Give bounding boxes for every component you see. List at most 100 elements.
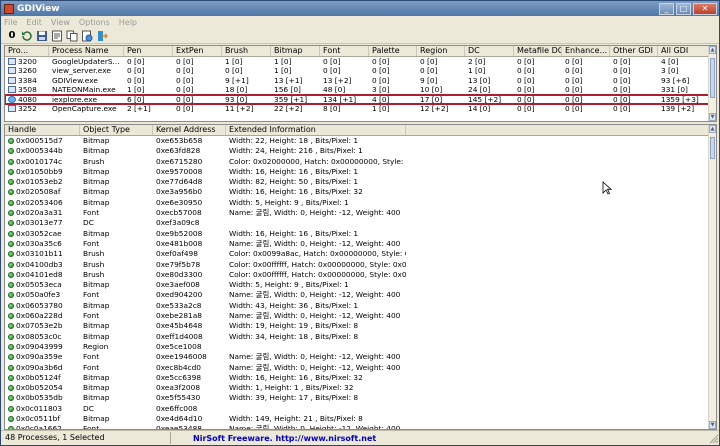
- col-bitmap[interactable]: Bitmap: [271, 46, 320, 56]
- handle-row[interactable]: 0x01050bb9 Bitmap 0xe9570008 Width: 16, Hei…: [5, 167, 716, 177]
- minimize-button[interactable]: _: [659, 2, 674, 15]
- handle-cell: Bitmap: [83, 177, 110, 187]
- process-row[interactable]: 3384 GDIView.exe 0 [0] 0 [0] 9 [+1] 13 [+1] 13…: [5, 76, 716, 85]
- handle-row[interactable]: 0x08053c0c Bitmap 0xeff1d4008 Width: 34, He…: [5, 332, 716, 342]
- handle-row[interactable]: 0x06053780 Bitmap 0xe533a2c8 Width: 43, Hei…: [5, 301, 716, 311]
- menu-file[interactable]: File: [4, 18, 17, 27]
- handle-cell: 0xe77d64d8: [156, 177, 203, 187]
- process-row[interactable]: 3252 OpenCapture.exe 2 [+1] 0 [0] 11 [+2] 22 …: [5, 104, 716, 113]
- handle-row[interactable]: 0x020a3a31 Font 0xecb57008 Name: 굴림, Width:…: [5, 208, 716, 218]
- col-enhance[interactable]: Enhance...: [562, 46, 610, 56]
- handle-row[interactable]: 0x03013e77 DC 0xef3a09c8: [5, 218, 716, 228]
- scroll-down-icon[interactable]: ▼: [709, 421, 716, 429]
- process-row[interactable]: 3200 GoogleUpdaterS... 0 [0] 0 [0] 1 [0] 1 [0…: [5, 57, 716, 66]
- handle-cell: Width: 16, Height: 16 , Bits/Pixel: 1: [229, 228, 359, 238]
- scroll-up-icon[interactable]: ▲: [709, 46, 716, 54]
- close-button[interactable]: ✕: [693, 2, 717, 15]
- handle-row[interactable]: 0x09043999 Region 0xe5ce1008: [5, 342, 716, 352]
- process-cell: 0 [0]: [613, 75, 631, 85]
- col-handle[interactable]: Handle: [5, 125, 80, 135]
- col-metafile-dc[interactable]: Metafile DC: [514, 46, 562, 56]
- exit-icon[interactable]: [96, 30, 108, 42]
- menu-view[interactable]: View: [51, 18, 70, 27]
- handle-row[interactable]: 0x0005344b Bitmap 0xe63fd828 Width: 24, Hei…: [5, 146, 716, 156]
- col-extpen[interactable]: ExtPen: [173, 46, 222, 56]
- process-list[interactable]: Pro... Process Name Pen ExtPen Brush Bit…: [4, 45, 717, 122]
- handle-row[interactable]: 0x0c0511bf Bitmap 0xe4d64d10 Width: 149, He…: [5, 414, 716, 424]
- green-dot-icon: [8, 416, 14, 423]
- col-dc[interactable]: DC: [465, 46, 514, 56]
- handle-cell: Bitmap: [83, 321, 110, 331]
- handle-row[interactable]: 0x0b0535db Bitmap 0xe5f55430 Width: 39, Hei…: [5, 393, 716, 403]
- col-all-gdi[interactable]: All GDI: [658, 46, 710, 56]
- col-region[interactable]: Region: [417, 46, 465, 56]
- process-cell: 0 [0]: [176, 57, 194, 66]
- handle-row[interactable]: 0x090a359e Font 0xee1946008 Name: 굴림, Width…: [5, 352, 716, 362]
- green-dot-icon: [8, 282, 14, 289]
- menu-help[interactable]: Help: [119, 18, 137, 27]
- process-row[interactable]: 4080 iexplore.exe 6 [0] 0 [0] 93 [0] 359 [+1]…: [5, 93, 716, 105]
- process-cell: 0 [0]: [127, 66, 145, 76]
- resize-grip-icon[interactable]: [707, 432, 719, 444]
- menu-options[interactable]: Options: [79, 18, 110, 27]
- handle-cell: 0x0b052054: [16, 383, 63, 393]
- handle-row[interactable]: 0x0b05124f Bitmap 0xe5cc6398 Width: 16, Hei…: [5, 373, 716, 383]
- handle-row[interactable]: 0x03052cae Bitmap 0xe9b52008 Width: 16, Hei…: [5, 229, 716, 239]
- col-kernel-address[interactable]: Kernel Address: [153, 125, 226, 135]
- maximize-button[interactable]: □: [676, 2, 691, 15]
- col-other-gdi[interactable]: Other GDI: [610, 46, 658, 56]
- handle-row[interactable]: 0x04101ed8 Brush 0xe80d3300 Color: 0x00ffff…: [5, 270, 716, 280]
- handle-row[interactable]: 0x04100db3 Brush 0xe79f5b78 Color: 0x00ffff…: [5, 260, 716, 270]
- handle-row[interactable]: 0x050a0fe3 Font 0xed904200 Name: 굴림, Width:…: [5, 290, 716, 300]
- copy-icon[interactable]: [66, 30, 78, 42]
- handle-list-scrollbar[interactable]: ▲ ▼: [708, 125, 716, 429]
- scroll-thumb[interactable]: [710, 137, 715, 159]
- title-bar[interactable]: GDIView _ □ ✕: [1, 1, 719, 16]
- process-row[interactable]: 3508 NATEONMain.exe 1 [0] 0 [0] 18 [0] 156 [0…: [5, 85, 716, 94]
- menu-edit[interactable]: Edit: [26, 18, 42, 27]
- nirsoft-link[interactable]: NirSoft Freeware. http://www.nirsoft.net: [171, 434, 707, 443]
- col-palette[interactable]: Palette: [369, 46, 417, 56]
- handle-row[interactable]: 0x02053406 Bitmap 0xe6e30950 Width: 5, Heig…: [5, 198, 716, 208]
- handle-row[interactable]: 0x030a35c6 Font 0xe481b008 Name: 굴림, Width:…: [5, 239, 716, 249]
- handle-row[interactable]: 0x0b052054 Bitmap 0xea3f2008 Width: 1, Heig…: [5, 383, 716, 393]
- save-icon[interactable]: [36, 30, 48, 42]
- handle-row[interactable]: 0x000515d7 Bitmap 0xe653b658 Width: 22, Hei…: [5, 136, 716, 146]
- col-font[interactable]: Font: [320, 46, 369, 56]
- handle-row[interactable]: 0x0c011803 DC 0xe6ffc008: [5, 404, 716, 414]
- handle-cell: Name: 굴림, Width: 0, Height: -12, Weight:…: [229, 208, 401, 218]
- col-process-name[interactable]: Process Name: [49, 46, 124, 56]
- col-object-type[interactable]: Object Type: [80, 125, 153, 135]
- process-cell: 139 [+2]: [661, 103, 695, 113]
- reset-counters-button[interactable]: 0: [6, 30, 18, 42]
- handle-row[interactable]: 0x05053eca Bitmap 0xe3aef008 Width: 5, Heig…: [5, 280, 716, 290]
- handle-row[interactable]: 0x060a228d Font 0xebe281a8 Name: 굴림, Width:…: [5, 311, 716, 321]
- handle-cell: Width: 34, Height: 18 , Bits/Pixel: 8: [229, 331, 359, 341]
- handle-row[interactable]: 0x0010174c Brush 0xe6715280 Color: 0x020000…: [5, 157, 716, 167]
- handle-row[interactable]: 0x07053e2b Bitmap 0xe45b4648 Width: 19, Hei…: [5, 321, 716, 331]
- scroll-thumb[interactable]: [710, 58, 715, 98]
- handle-cell: 0x020a3a31: [16, 208, 63, 218]
- properties-icon[interactable]: [51, 30, 63, 42]
- col-pen[interactable]: Pen: [124, 46, 173, 56]
- process-list-scrollbar[interactable]: ▲ ▼: [708, 46, 716, 121]
- scroll-down-icon[interactable]: ▼: [709, 113, 716, 121]
- handle-row[interactable]: 0x03101b11 Brush 0xef0af498 Color: 0x0099a8…: [5, 249, 716, 259]
- green-dot-icon: [8, 405, 14, 412]
- process-cell: 17 [0]: [420, 94, 443, 104]
- refresh-icon[interactable]: [21, 30, 33, 42]
- process-cell: 0 [0]: [372, 57, 390, 66]
- process-cell: 0 [0]: [517, 57, 535, 66]
- handle-cell: 0x0b0535db: [16, 393, 63, 403]
- handle-row[interactable]: 0x090a3b6d Font 0xec8b4cd0 Name: 굴림, Width:…: [5, 363, 716, 373]
- scroll-up-icon[interactable]: ▲: [709, 125, 716, 133]
- handle-list[interactable]: Handle Object Type Kernel Address Extend…: [4, 124, 717, 430]
- html-report-icon[interactable]: [81, 30, 93, 42]
- col-extended-info[interactable]: Extended Information: [226, 125, 406, 135]
- process-row[interactable]: 3260 view_server.exe 0 [0] 0 [0] 0 [0] 1 [0] 0…: [5, 66, 716, 75]
- handle-cell: Bitmap: [83, 136, 110, 145]
- col-brush[interactable]: Brush: [222, 46, 271, 56]
- col-pid[interactable]: Pro...: [5, 46, 49, 56]
- handle-cell: Bitmap: [83, 197, 110, 207]
- process-cell: 3508: [18, 85, 37, 95]
